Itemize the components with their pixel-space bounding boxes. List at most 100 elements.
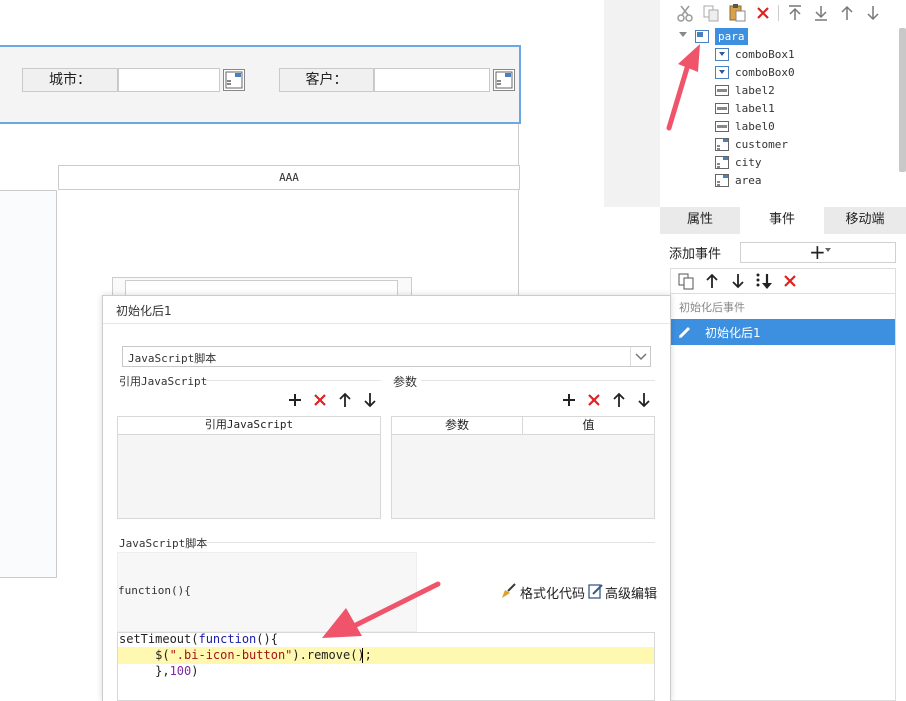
code-token: }, (119, 664, 170, 678)
tree-item-label: city (735, 156, 762, 169)
tree-collapse-icon[interactable] (679, 32, 687, 38)
chevron-down-icon[interactable] (630, 347, 650, 366)
copy-icon[interactable] (701, 3, 721, 23)
broom-icon (500, 582, 518, 600)
delete-ref-js-icon[interactable] (310, 390, 330, 410)
panel-separator-band (604, 0, 660, 207)
text-cursor (362, 648, 363, 663)
tab-properties[interactable]: 属性 (660, 207, 740, 234)
column-header-aaa[interactable]: AAA (58, 165, 520, 190)
move-top-icon[interactable] (785, 3, 805, 23)
move-down-icon[interactable] (863, 3, 883, 23)
move-up-icon[interactable] (335, 390, 355, 410)
code-token: (){ (256, 632, 278, 646)
move-up-icon[interactable] (609, 390, 629, 410)
delete-icon[interactable] (753, 3, 773, 23)
move-to-bottom-icon[interactable] (754, 271, 774, 291)
tree-item-para[interactable]: para (695, 28, 795, 45)
tree-item-city[interactable]: city (715, 154, 865, 171)
tree-item-label0[interactable]: label0 (715, 118, 865, 135)
annotation-arrow-icon (318, 578, 442, 648)
tree-item-area[interactable]: area (715, 172, 865, 189)
tree-item-combobox0[interactable]: comboBox0 (715, 64, 865, 81)
annotation-arrow-icon (660, 40, 710, 132)
edit-document-icon (587, 582, 605, 600)
canvas-divider (518, 124, 519, 299)
add-param-icon[interactable] (559, 390, 579, 410)
code-number: 100 (169, 664, 192, 678)
chevron-down-icon (825, 248, 831, 253)
tree-item-label2[interactable]: label2 (715, 82, 865, 99)
city-input[interactable] (118, 68, 220, 92)
function-signature: function(){ (118, 584, 191, 597)
tree-item-label: comboBox0 (735, 66, 795, 79)
event-item-label: 初始化后1 (705, 326, 761, 340)
property-tabs: 属性 事件 移动端 (660, 207, 906, 234)
code-line-2[interactable]: $(".bi-icon-button").remove(); (119, 647, 372, 663)
move-up-icon[interactable] (837, 3, 857, 23)
advanced-edit-label: 高级编辑 (605, 587, 658, 602)
event-list (670, 294, 896, 701)
section-divider (205, 542, 655, 543)
customer-input[interactable] (374, 68, 490, 92)
format-code-label: 格式化代码 (520, 587, 586, 602)
tree-item-label: customer (735, 138, 788, 151)
add-event-button[interactable]: + (740, 240, 896, 264)
tree-scrollbar[interactable] (899, 28, 906, 172)
tree-item-label1[interactable]: label1 (715, 100, 865, 117)
move-bottom-icon[interactable] (811, 3, 831, 23)
section-divider (421, 380, 655, 381)
move-up-icon[interactable] (702, 271, 722, 291)
tab-mobile[interactable]: 移动端 (824, 207, 906, 234)
move-down-icon[interactable] (360, 390, 380, 410)
ref-js-column-header: 引用JavaScript (118, 417, 380, 435)
toolbar-divider (778, 5, 779, 21)
paste-icon[interactable] (727, 3, 747, 23)
label-icon (715, 84, 729, 97)
dialog-title: 初始化后1 (116, 304, 172, 318)
delete-icon[interactable] (780, 271, 800, 291)
customer-widget-icon[interactable] (493, 69, 515, 91)
ref-js-table[interactable]: 引用JavaScript (117, 416, 381, 519)
widget-icon (715, 156, 729, 169)
delete-param-icon[interactable] (584, 390, 604, 410)
label-icon (715, 120, 729, 133)
code-token: setTimeout( (119, 632, 199, 646)
inner-widget-field[interactable] (125, 280, 398, 296)
code-token: ) (191, 664, 199, 678)
param-column-header: 参数 (392, 417, 523, 435)
dialog-title-divider (103, 323, 670, 324)
tree-item-customer[interactable]: customer (715, 136, 865, 153)
event-group-label: 初始化后事件 (679, 301, 745, 314)
params-table[interactable]: 参数 值 (391, 416, 655, 519)
code-token: $( (119, 648, 170, 662)
script-section-label: JavaScript脚本 (119, 537, 208, 550)
tree-item-label: area (735, 174, 762, 187)
code-line-3[interactable]: },100) (119, 663, 199, 679)
tree-item-combobox1[interactable]: comboBox1 (715, 46, 865, 63)
copy-icon[interactable] (676, 271, 696, 291)
event-toolbar (670, 268, 896, 294)
customer-label: 客户： (279, 68, 374, 92)
widget-icon (715, 174, 729, 187)
report-body-block[interactable] (0, 190, 57, 578)
tab-events[interactable]: 事件 (740, 207, 824, 234)
params-section-label: 参数 (393, 375, 418, 389)
city-label: 城市： (22, 68, 118, 92)
code-line-1[interactable]: setTimeout(function(){ (119, 631, 278, 647)
add-ref-js-icon[interactable] (285, 390, 305, 410)
tree-item-label: label0 (735, 120, 775, 133)
cut-icon[interactable] (675, 3, 695, 23)
combobox-icon (715, 48, 729, 61)
code-token: ).remove(); (292, 648, 372, 662)
tree-item-label: label1 (735, 102, 775, 115)
tree-item-label: comboBox1 (735, 48, 795, 61)
move-down-icon[interactable] (634, 390, 654, 410)
tree-item-label: para (715, 28, 748, 45)
widget-icon (715, 138, 729, 151)
section-divider (205, 380, 381, 381)
move-down-icon[interactable] (728, 271, 748, 291)
city-widget-icon[interactable] (223, 69, 245, 91)
tree-toolbar (670, 0, 906, 26)
tree-item-label: label2 (735, 84, 775, 97)
